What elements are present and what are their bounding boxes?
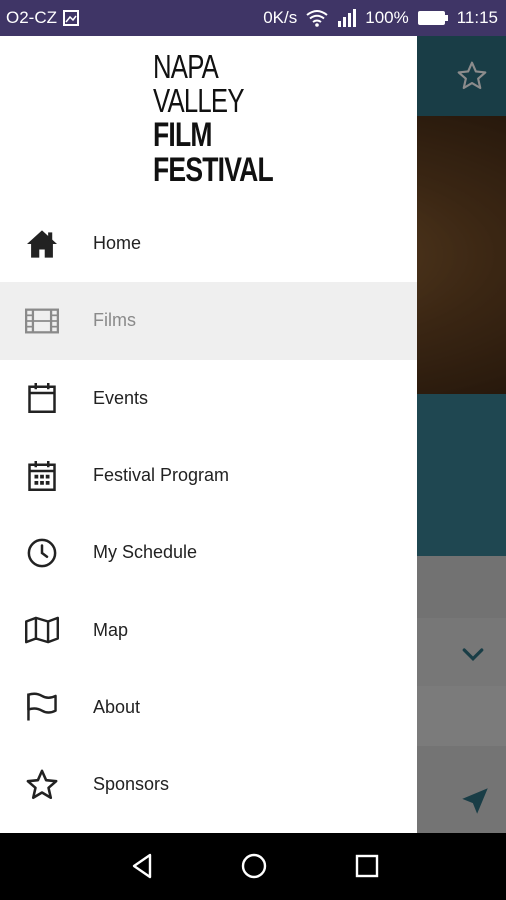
map-icon <box>24 612 60 648</box>
menu-item-about[interactable]: About <box>0 669 417 746</box>
battery-percent: 100% <box>365 8 409 27</box>
signal-icon <box>338 9 357 27</box>
menu-item-label: About <box>93 696 141 717</box>
flag-icon <box>24 689 60 725</box>
calendar-icon <box>24 380 60 416</box>
network-speed: 0K/s <box>263 8 298 27</box>
menu-item-sponsors[interactable]: Sponsors <box>0 746 417 823</box>
logo-line: VALLEY <box>153 82 245 119</box>
menu-item-label: Festival Program <box>93 465 230 486</box>
menu-item-label: Films <box>93 310 136 331</box>
navigation-drawer: NAPA VALLEY FILM FESTIVAL Home Films Eve… <box>0 36 417 833</box>
menu-item-label: Map <box>93 619 129 640</box>
film-icon <box>24 303 60 339</box>
home-icon <box>24 226 60 262</box>
logo-line: FILM <box>153 116 213 154</box>
clock-time: 11:15 <box>456 8 498 27</box>
status-bar: O2-CZ 0K/s 100% 11:15 <box>0 0 506 36</box>
menu-item-films[interactable]: Films <box>0 282 417 360</box>
system-navigation-bar <box>0 833 506 900</box>
wifi-icon <box>306 10 328 27</box>
calendar-grid-icon <box>24 458 60 494</box>
drawer-menu: Home Films Events Festival Program My Sc <box>0 205 417 823</box>
home-circle-icon[interactable] <box>239 851 269 881</box>
menu-item-label: My Schedule <box>93 542 198 563</box>
recent-apps-icon[interactable] <box>352 851 382 881</box>
menu-item-festival-program[interactable]: Festival Program <box>0 437 417 514</box>
menu-item-label: Sponsors <box>93 774 170 795</box>
battery-icon <box>417 11 448 25</box>
carrier-label: O2-CZ <box>6 8 57 27</box>
menu-item-label: Home <box>93 233 142 254</box>
image-notification-icon <box>63 10 79 26</box>
menu-item-events[interactable]: Events <box>0 360 417 437</box>
logo-line: NAPA <box>153 48 219 85</box>
back-icon[interactable] <box>128 851 158 881</box>
menu-item-home[interactable]: Home <box>0 205 417 282</box>
star-icon <box>24 767 60 803</box>
menu-item-map[interactable]: Map <box>0 591 417 668</box>
menu-item-my-schedule[interactable]: My Schedule <box>0 514 417 591</box>
clock-icon <box>24 535 60 571</box>
menu-item-label: Events <box>93 387 149 408</box>
festival-logo: NAPA VALLEY FILM FESTIVAL <box>153 48 274 190</box>
logo-line: FESTIVAL <box>153 151 274 189</box>
